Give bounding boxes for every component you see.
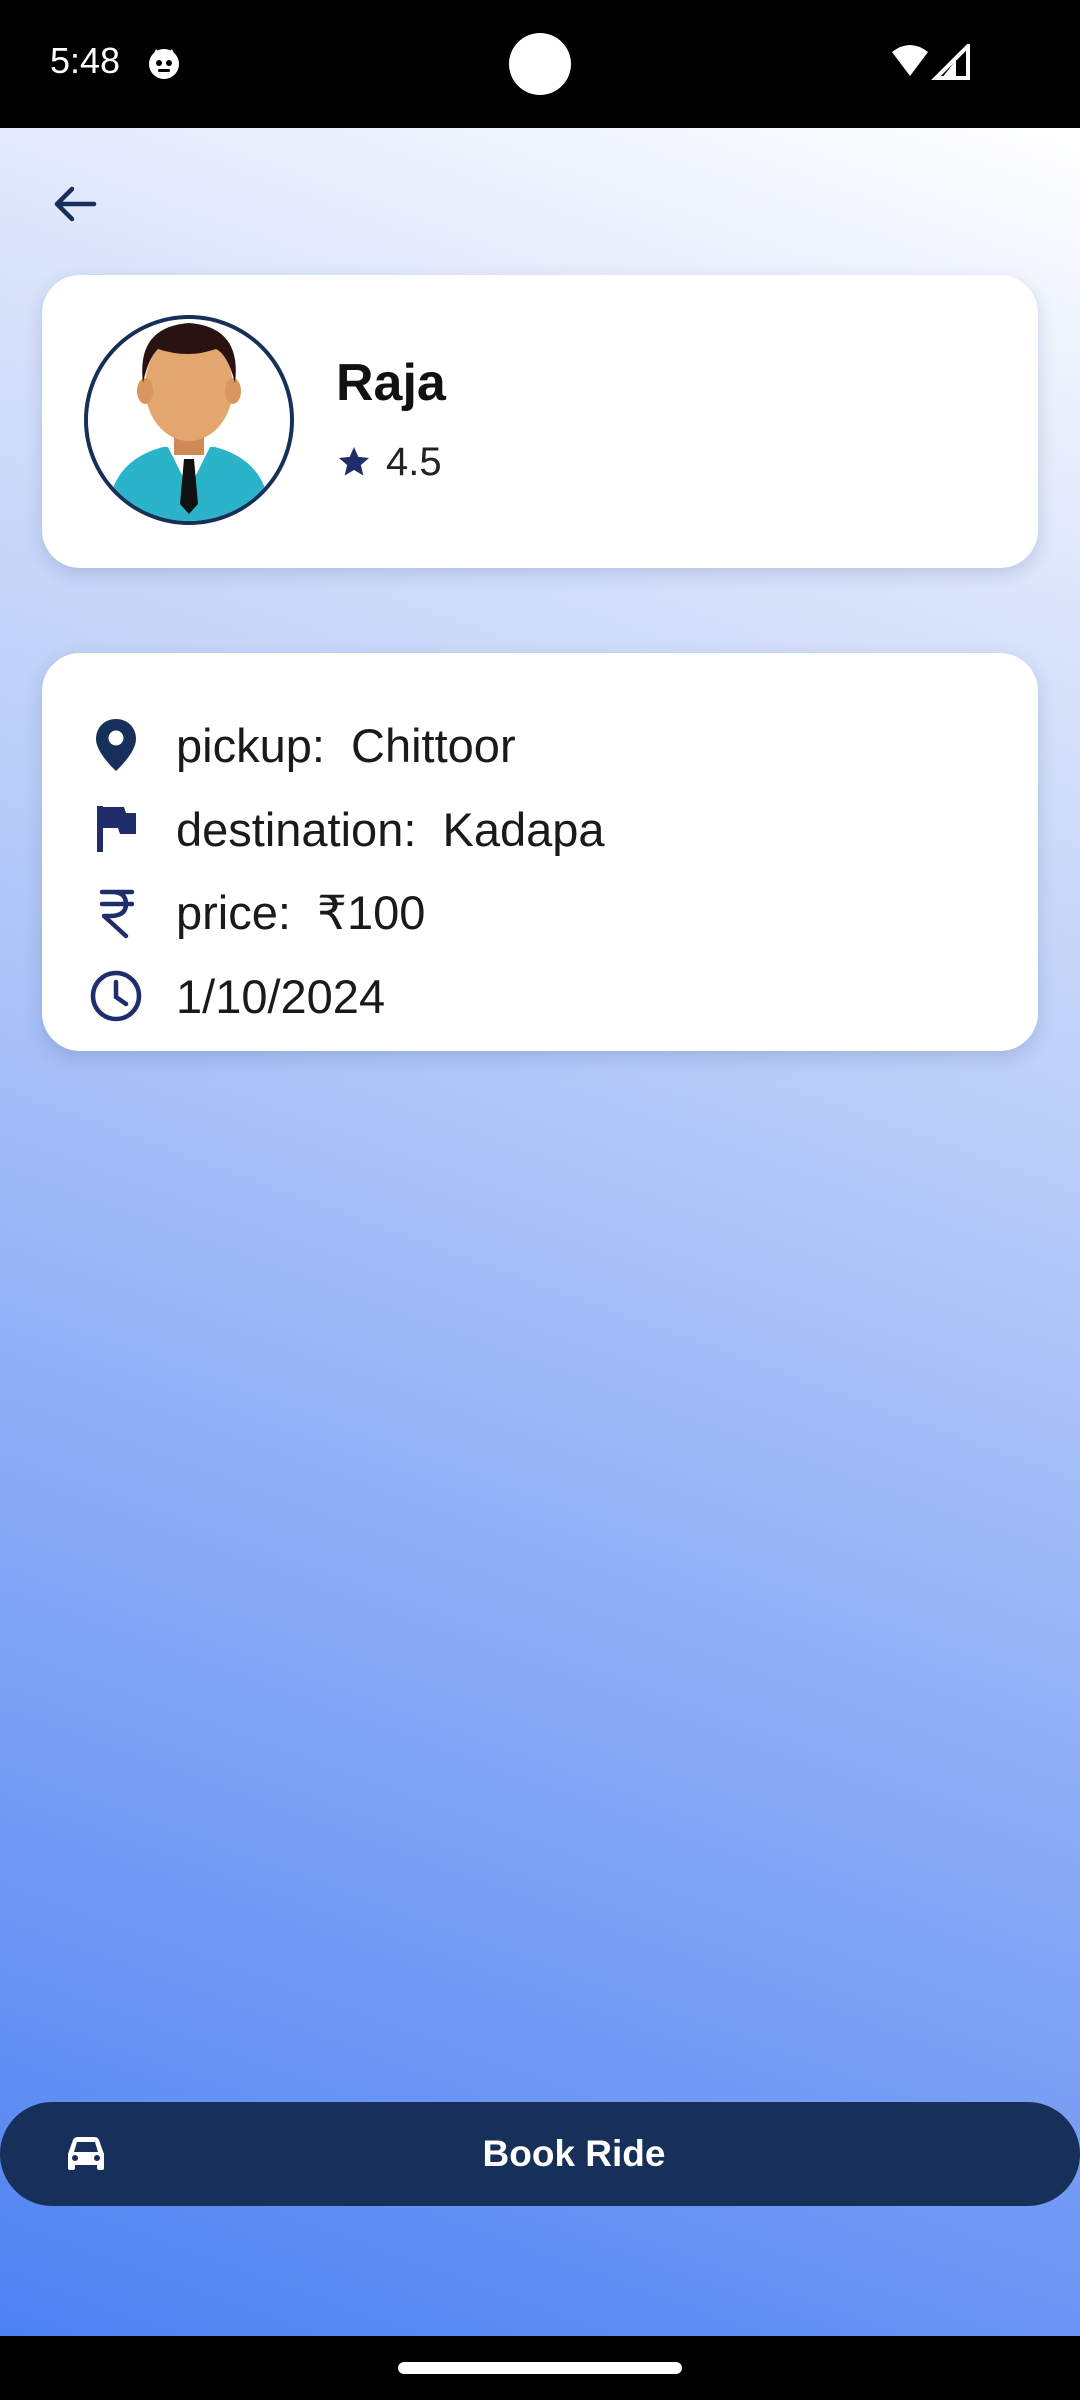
- camera-cutout: [509, 33, 571, 95]
- price-text: price: ₹100: [176, 886, 426, 939]
- book-ride-button[interactable]: Book Ride: [0, 2102, 1080, 2206]
- price-row: price: ₹100: [86, 878, 425, 948]
- star-icon: [339, 447, 369, 476]
- avatar-man-icon: [88, 319, 290, 521]
- cellular-signal-icon: [931, 41, 970, 80]
- location-pin-icon: [86, 715, 146, 775]
- rupee-icon: [86, 883, 146, 943]
- status-time: 5:48: [50, 40, 121, 81]
- back-button[interactable]: [38, 168, 110, 240]
- status-bar: 5:48: [0, 0, 1080, 128]
- avatar: [84, 315, 294, 525]
- home-indicator[interactable]: [398, 2362, 682, 2374]
- destination-row: destination: Kadapa: [86, 794, 605, 864]
- status-icons: [890, 41, 970, 84]
- wifi-icon: [892, 45, 928, 76]
- pickup-text: pickup: Chittoor: [176, 718, 516, 772]
- date-row: 1/10/2024: [86, 961, 385, 1031]
- book-ride-label: Book Ride: [482, 2133, 666, 2174]
- date-text: 1/10/2024: [176, 969, 386, 1023]
- pickup-row: pickup: Chittoor: [86, 710, 516, 780]
- ride-details-card: pickup: Chittoor destination: Kadapa pri…: [42, 653, 1038, 1051]
- ride-detail-screen: Raja 4.5 pickup: Chittoor destination: K…: [0, 128, 1080, 2336]
- clock-icon: [86, 966, 146, 1026]
- driver-rating: 4.5: [386, 439, 442, 484]
- flag-icon: [86, 799, 146, 859]
- driver-name: Raja: [336, 354, 446, 412]
- rating-row: 4.5: [336, 437, 442, 487]
- arrow-back-icon: [54, 186, 97, 222]
- driver-card: Raja 4.5: [42, 275, 1038, 568]
- destination-text: destination: Kadapa: [176, 802, 605, 856]
- cat-face-icon: [147, 46, 181, 80]
- navigation-bar: [0, 2336, 1080, 2400]
